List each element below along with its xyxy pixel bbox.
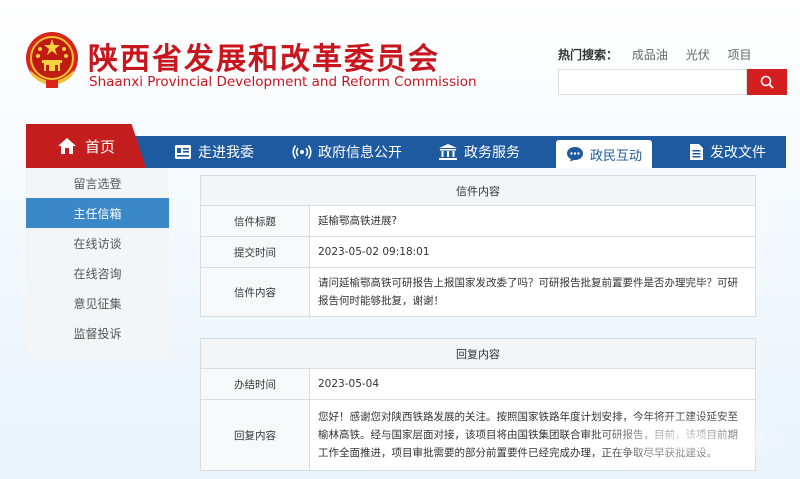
hot-search-item[interactable]: 光伏 — [686, 48, 710, 62]
search-button[interactable] — [747, 69, 787, 95]
government-building-icon — [439, 144, 457, 160]
reply-time-value: 2023-05-04 — [318, 378, 380, 390]
nav-item-documents[interactable]: 发改文件 — [688, 136, 766, 168]
reply-heading: 回复内容 — [201, 339, 755, 369]
hot-search-item[interactable]: 成品油 — [632, 48, 668, 62]
reply-row-time: 办结时间 2023-05-04 — [201, 369, 755, 400]
document-icon — [690, 144, 703, 160]
letter-title-value: 延榆鄂高铁进展? — [318, 215, 398, 227]
sidebar-item-director-mailbox[interactable]: 主任信箱 — [26, 198, 169, 228]
hot-search-item[interactable]: 项目 — [728, 48, 752, 62]
search-icon — [760, 75, 774, 89]
site-title-en: Shaanxi Provincial Development and Refor… — [89, 74, 477, 90]
letter-row-time: 提交时间 2023-05-02 09:18:01 — [201, 237, 755, 268]
row-label: 办结时间 — [201, 369, 310, 399]
nav-item-label: 走进我委 — [198, 145, 254, 161]
nav-item-label: 政民互动 — [590, 148, 643, 164]
home-icon — [57, 138, 76, 154]
broadcast-icon — [292, 145, 312, 159]
letter-row-content: 信件内容 请问延榆鄂高铁可研报告上报国家发改委了吗？可研报告批复前置要件是否办理… — [201, 268, 755, 316]
sidebar-item-opinion-collection[interactable]: 意见征集 — [26, 288, 169, 318]
reply-panel: 回复内容 办结时间 2023-05-04 回复内容 您好！感谢您对陕西铁路发展的… — [200, 338, 756, 471]
sidebar-item-online-interview[interactable]: 在线访谈 — [26, 228, 169, 258]
nav-item-label: 发改文件 — [710, 145, 766, 161]
letter-time-value: 2023-05-02 09:18:01 — [318, 246, 430, 258]
nav-item-services[interactable]: 政务服务 — [438, 136, 520, 168]
nav-item-label: 政府信息公开 — [318, 145, 402, 161]
site-header: 陕西省发展和改革委员会 Shaanxi Provincial Developme… — [0, 0, 800, 125]
nav-home-label: 首页 — [84, 137, 115, 156]
letter-content-value: 请问延榆鄂高铁可研报告上报国家发改委了吗？可研报告批复前置要件是否办理完毕？可研… — [318, 277, 738, 307]
sidebar-item-complaint[interactable]: 监督投诉 — [26, 318, 169, 348]
nav-home[interactable]: 首页 — [26, 124, 146, 168]
id-card-icon — [175, 145, 191, 159]
nav-item-info[interactable]: 政府信息公开 — [292, 136, 402, 168]
sidebar-item-online-consultation[interactable]: 在线咨询 — [26, 258, 169, 288]
row-label: 信件标题 — [201, 206, 310, 236]
reply-row-content: 回复内容 您好！感谢您对陕西铁路发展的关注。按照国家铁路年度计划安排，今年将开工… — [201, 400, 755, 470]
letter-heading: 信件内容 — [201, 176, 755, 206]
reply-content-value: 您好！感谢您对陕西铁路发展的关注。按照国家铁路年度计划安排，今年将开工建设延安至… — [318, 411, 738, 459]
site-title-cn: 陕西省发展和改革委员会 — [88, 42, 440, 77]
letter-row-title: 信件标题 延榆鄂高铁进展? — [201, 206, 755, 237]
sidebar: 留言选登 主任信箱 在线访谈 在线咨询 意见征集 监督投诉 — [26, 168, 169, 358]
row-label: 信件内容 — [201, 268, 310, 316]
nav-item-interaction[interactable]: 政民互动 — [556, 140, 653, 168]
nav-item-about[interactable]: 走进我委 — [174, 136, 254, 168]
hot-search: 热门搜索： 成品油 光伏 项目 — [558, 46, 766, 63]
row-label: 提交时间 — [201, 237, 310, 267]
nav-item-label: 政务服务 — [464, 145, 520, 161]
search-input[interactable] — [558, 69, 747, 95]
hot-search-label: 热门搜索： — [558, 48, 619, 62]
sidebar-item-message-board[interactable]: 留言选登 — [26, 168, 169, 198]
letter-panel: 信件内容 信件标题 延榆鄂高铁进展? 提交时间 2023-05-02 09:18… — [200, 175, 756, 317]
national-emblem-icon — [26, 32, 78, 88]
chat-bubble-icon — [567, 147, 583, 162]
row-label: 回复内容 — [201, 400, 310, 470]
